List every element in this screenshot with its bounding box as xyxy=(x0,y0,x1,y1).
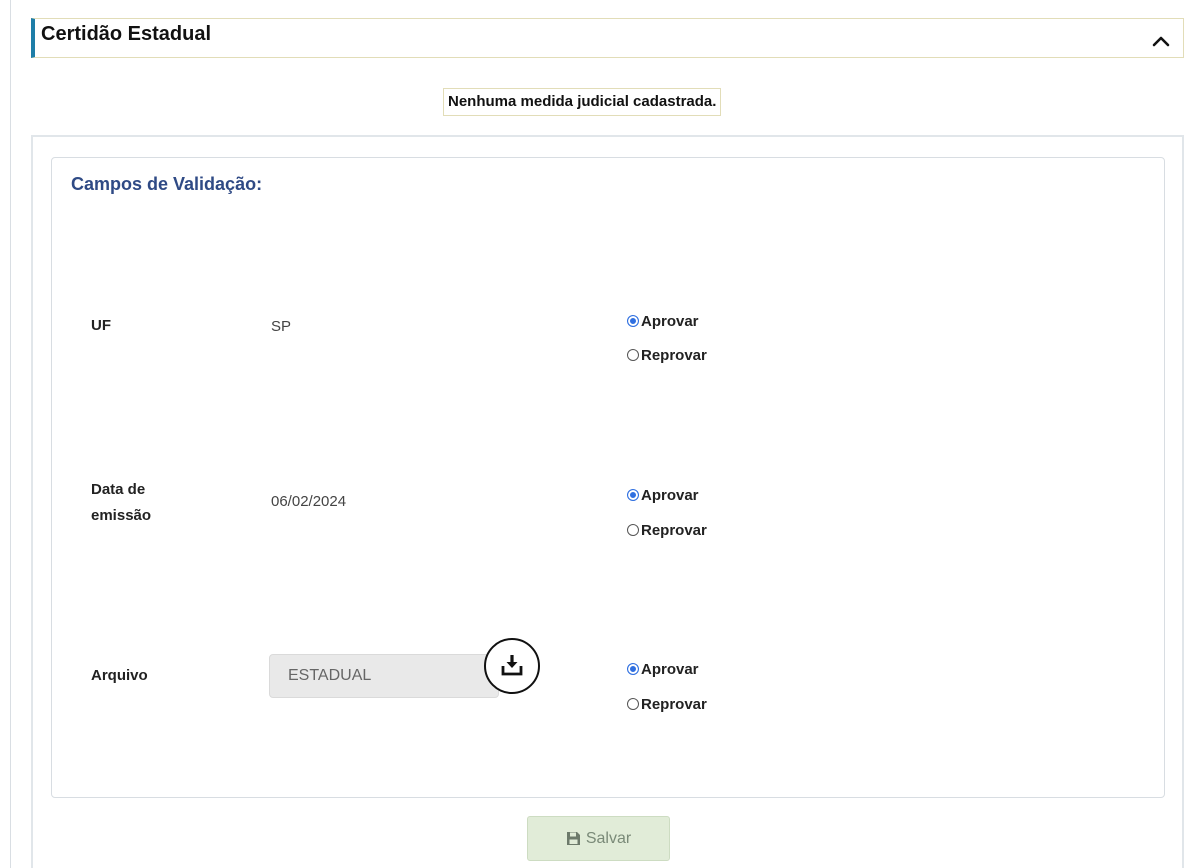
file-approve-option[interactable]: Aprovar xyxy=(627,658,699,680)
validation-title: Campos de Validação: xyxy=(71,174,263,194)
issue-date-reject-option[interactable]: Reprovar xyxy=(627,519,707,541)
download-button[interactable] xyxy=(484,638,540,694)
issue-date-approve-radio[interactable] xyxy=(627,489,639,501)
issue-date-approve-label[interactable]: Aprovar xyxy=(641,487,699,504)
file-name-field[interactable]: ESTADUAL xyxy=(269,654,499,698)
save-button[interactable]: Salvar xyxy=(527,816,670,861)
download-icon xyxy=(501,655,523,676)
uf-reject-radio[interactable] xyxy=(627,349,639,361)
collapse-button[interactable] xyxy=(1143,25,1179,55)
uf-reject-option[interactable]: Reprovar xyxy=(627,344,707,366)
file-approve-label[interactable]: Aprovar xyxy=(641,661,699,678)
uf-label: UF xyxy=(91,317,111,334)
issue-date-reject-label[interactable]: Reprovar xyxy=(641,522,707,539)
section-header[interactable]: Certidão Estadual xyxy=(31,18,1184,58)
validation-panel xyxy=(51,157,1165,798)
issue-date-label-line1: Data de xyxy=(91,481,146,498)
page-left-border xyxy=(10,0,11,868)
uf-approve-radio[interactable] xyxy=(627,315,639,327)
issue-date-reject-radio[interactable] xyxy=(627,524,639,536)
issue-date-approve-option[interactable]: Aprovar xyxy=(627,484,699,506)
file-label: Arquivo xyxy=(91,667,148,684)
uf-approve-option[interactable]: Aprovar xyxy=(627,310,699,332)
file-approve-radio[interactable] xyxy=(627,663,639,675)
file-reject-radio[interactable] xyxy=(627,698,639,710)
uf-approve-label[interactable]: Aprovar xyxy=(641,313,699,330)
save-label: Salvar xyxy=(585,829,632,847)
floppy-disk-icon xyxy=(566,832,580,845)
file-reject-label[interactable]: Reprovar xyxy=(641,696,707,713)
uf-reject-label[interactable]: Reprovar xyxy=(641,347,707,364)
uf-value: SP xyxy=(271,318,292,335)
section-title: Certidão Estadual xyxy=(41,23,212,45)
issue-date-value: 06/02/2024 xyxy=(271,493,347,510)
file-reject-option[interactable]: Reprovar xyxy=(627,693,707,715)
notice-message: Nenhuma medida judicial cadastrada. xyxy=(443,88,722,116)
issue-date-label-line2: emissão xyxy=(91,507,152,524)
chevron-up-icon xyxy=(1152,36,1170,47)
